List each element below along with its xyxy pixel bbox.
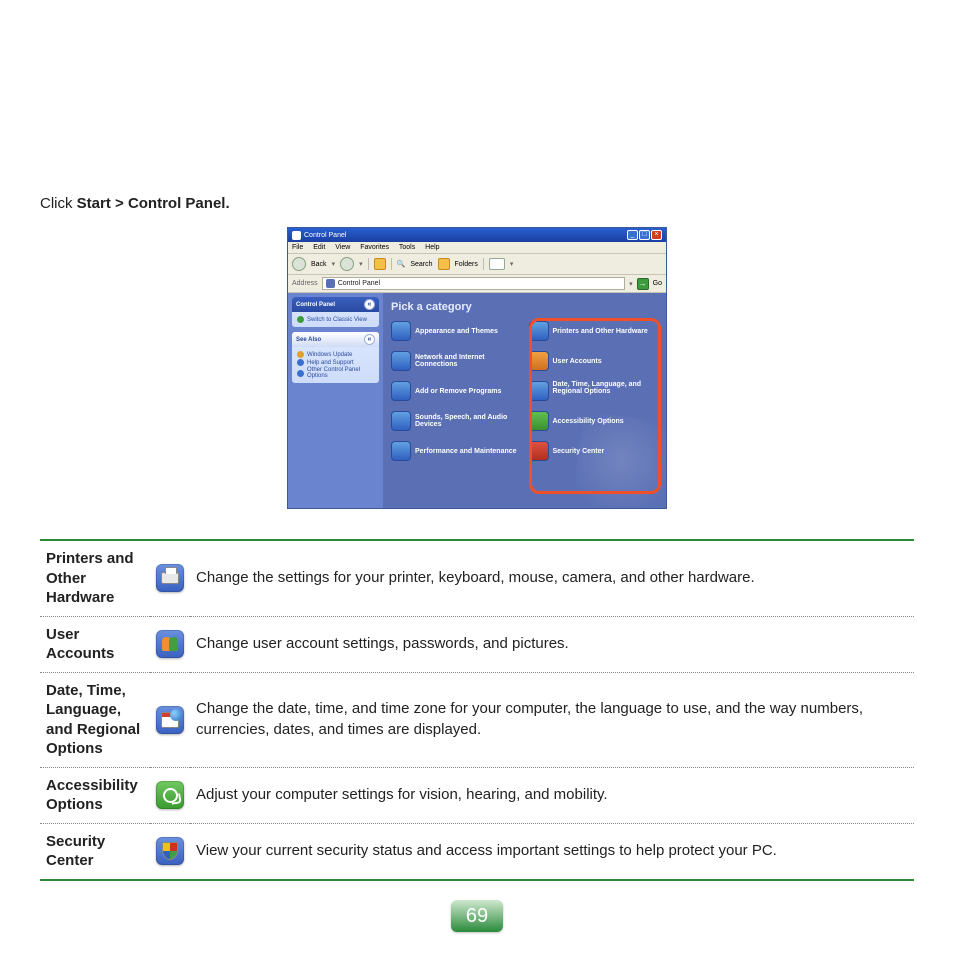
shield-icon [156, 837, 184, 865]
address-field[interactable]: Control Panel [322, 277, 625, 290]
menu-favorites[interactable]: Favorites [360, 244, 389, 251]
toolbar: Back ▾ ▾ 🔍 Search Folders ▾ [288, 254, 666, 275]
category-heading: Pick a category [391, 301, 658, 313]
link-windows-update[interactable]: Windows Update [297, 351, 374, 358]
instruction-prefix: Click [40, 195, 77, 212]
address-icon [326, 279, 335, 288]
table-row: Date, Time, Language, and Regional Optio… [40, 672, 914, 767]
window-titlebar: Control Panel _ □ × [288, 228, 666, 242]
address-bar: Address Control Panel ▾ → Go [288, 275, 666, 293]
performance-icon [391, 441, 411, 461]
window-icon [292, 231, 301, 240]
collapse-icon[interactable]: « [364, 334, 375, 345]
menu-tools[interactable]: Tools [399, 244, 415, 251]
close-button[interactable]: × [651, 230, 662, 240]
sidebar-panel-title: Control Panel [296, 302, 335, 308]
folders-icon[interactable] [438, 258, 450, 270]
sidebar-panel-seealso: See Also « Windows Update Help and Suppo… [292, 332, 379, 383]
category-view: Pick a category Appearance and Themes Ne… [383, 293, 666, 508]
table-row: User Accounts Change user account settin… [40, 616, 914, 672]
sounds-icon [391, 411, 411, 431]
term-accessibility: Accessibility Options [40, 767, 150, 823]
views-button[interactable] [489, 258, 505, 270]
network-icon [391, 351, 411, 371]
menu-view[interactable]: View [335, 244, 350, 251]
category-sounds-speech[interactable]: Sounds, Speech, and Audio Devices [391, 411, 521, 431]
term-security-center: Security Center [40, 823, 150, 880]
address-label: Address [292, 280, 318, 287]
sidebar-panel-title: See Also [296, 337, 321, 343]
back-button[interactable] [292, 257, 306, 271]
category-appearance-themes[interactable]: Appearance and Themes [391, 321, 521, 341]
forward-dropdown-icon[interactable]: ▾ [359, 260, 363, 268]
table-row: Security Center View your current securi… [40, 823, 914, 880]
views-dropdown-icon[interactable]: ▾ [510, 260, 514, 268]
up-button[interactable] [374, 258, 386, 270]
forward-button[interactable] [340, 257, 354, 271]
address-value: Control Panel [338, 280, 380, 287]
instruction-bold: Start > Control Panel. [77, 195, 230, 212]
maximize-button[interactable]: □ [639, 230, 650, 240]
menu-bar: File Edit View Favorites Tools Help [288, 242, 666, 254]
control-panel-window: Control Panel _ □ × File Edit View Favor… [287, 227, 667, 509]
category-add-remove-programs[interactable]: Add or Remove Programs [391, 381, 521, 401]
category-network-internet[interactable]: Network and Internet Connections [391, 351, 521, 371]
desc-security-center: View your current security status and ac… [190, 823, 914, 880]
programs-icon [391, 381, 411, 401]
folders-label: Folders [455, 261, 478, 268]
category-description-table: Printers and Other Hardware Change the s… [40, 539, 914, 881]
term-user-accounts: User Accounts [40, 616, 150, 672]
bullet-icon [297, 316, 304, 323]
window-title: Control Panel [304, 232, 346, 239]
desc-accessibility: Adjust your computer settings for vision… [190, 767, 914, 823]
sidebar: Control Panel « Switch to Classic View S… [288, 293, 383, 508]
go-button[interactable]: → [637, 278, 649, 290]
desc-printers-hardware: Change the settings for your printer, ke… [190, 540, 914, 616]
minimize-button[interactable]: _ [627, 230, 638, 240]
menu-edit[interactable]: Edit [313, 244, 325, 251]
term-printers-hardware: Printers and Other Hardware [40, 540, 150, 616]
go-label: Go [653, 280, 662, 287]
link-switch-classic-view[interactable]: Switch to Classic View [297, 316, 374, 323]
instruction-line: Click Start > Control Panel. [40, 195, 914, 212]
term-date-time: Date, Time, Language, and Regional Optio… [40, 672, 150, 767]
bullet-icon [297, 359, 304, 366]
bullet-icon [297, 370, 304, 377]
link-help-support[interactable]: Help and Support [297, 359, 374, 366]
printer-icon [156, 564, 184, 592]
menu-file[interactable]: File [292, 244, 303, 251]
back-dropdown-icon[interactable]: ▾ [332, 260, 336, 268]
table-row: Accessibility Options Adjust your comput… [40, 767, 914, 823]
menu-help[interactable]: Help [425, 244, 439, 251]
link-other-cp-options[interactable]: Other Control Panel Options [297, 367, 374, 379]
address-dropdown-icon[interactable]: ▾ [629, 280, 633, 288]
sidebar-panel-control: Control Panel « Switch to Classic View [292, 297, 379, 327]
appearance-icon [391, 321, 411, 341]
category-performance-maintenance[interactable]: Performance and Maintenance [391, 441, 521, 461]
back-label: Back [311, 261, 327, 268]
page-number: 69 [451, 900, 503, 932]
desc-date-time: Change the date, time, and time zone for… [190, 672, 914, 767]
users-icon [156, 630, 184, 658]
table-row: Printers and Other Hardware Change the s… [40, 540, 914, 616]
accessibility-icon [156, 781, 184, 809]
bullet-icon [297, 351, 304, 358]
highlight-box [529, 318, 661, 494]
desc-user-accounts: Change user account settings, passwords,… [190, 616, 914, 672]
search-icon[interactable]: 🔍 [397, 260, 406, 268]
collapse-icon[interactable]: « [364, 299, 375, 310]
date-icon [156, 706, 184, 734]
search-label: Search [410, 261, 432, 268]
